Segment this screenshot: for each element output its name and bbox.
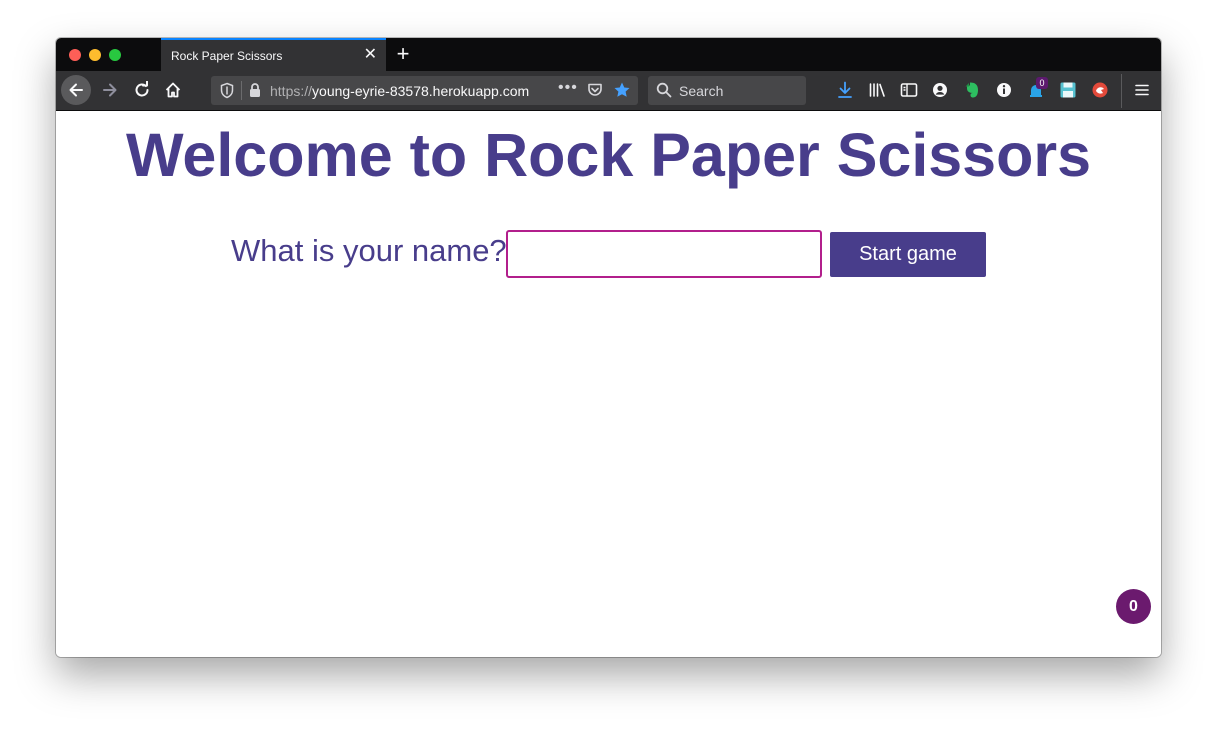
window-close-button[interactable] (69, 49, 81, 61)
start-game-button[interactable]: Start game (830, 232, 986, 277)
new-tab-button[interactable]: + (394, 41, 412, 67)
address-bar[interactable]: https://young-eyrie-83578.herokuapp.com … (211, 76, 638, 105)
back-button[interactable] (61, 75, 91, 105)
download-icon[interactable] (835, 80, 855, 100)
url-text[interactable]: https://young-eyrie-83578.herokuapp.com (270, 83, 529, 99)
tab-close-icon[interactable]: ✕ (364, 46, 377, 64)
hamburger-menu-icon[interactable] (1132, 80, 1152, 100)
reload-button[interactable] (128, 76, 156, 104)
arrow-left-icon (69, 83, 83, 97)
url-host: young-eyrie-83578.herokuapp.com (312, 83, 530, 99)
home-icon (165, 82, 181, 98)
navigation-toolbar: https://young-eyrie-83578.herokuapp.com … (56, 71, 1161, 111)
arrow-right-icon (103, 83, 117, 97)
tab-title: Rock Paper Scissors (171, 49, 283, 63)
tab-strip: Rock Paper Scissors ✕ + (56, 38, 1161, 71)
info-icon[interactable] (994, 80, 1014, 100)
extension-badge: 0 (1036, 77, 1048, 89)
search-icon (656, 82, 672, 103)
home-button[interactable] (159, 76, 187, 104)
library-icon[interactable] (867, 80, 887, 100)
window-maximize-button[interactable] (109, 49, 121, 61)
name-label: What is your name? (231, 233, 507, 268)
pixel-bird-extension-icon[interactable] (1090, 80, 1110, 100)
tracking-shield-icon[interactable] (219, 82, 235, 104)
browser-window: Rock Paper Scissors ✕ + https://young-ey… (56, 38, 1161, 657)
urlbar-divider (241, 81, 242, 100)
url-scheme: https:// (270, 83, 313, 99)
account-icon[interactable] (930, 80, 950, 100)
pocket-icon[interactable] (587, 82, 603, 103)
evernote-icon[interactable] (962, 80, 982, 100)
bookmark-star-icon[interactable] (613, 81, 631, 104)
sidebar-icon[interactable] (899, 80, 919, 100)
reload-icon (135, 81, 149, 97)
save-icon[interactable] (1058, 80, 1078, 100)
search-bar[interactable]: Search (648, 76, 806, 105)
lock-icon[interactable] (248, 82, 262, 103)
page-title: Welcome to Rock Paper Scissors (125, 121, 1092, 189)
forward-button[interactable] (96, 76, 124, 104)
window-minimize-button[interactable] (89, 49, 101, 61)
page-content: Welcome to Rock Paper Scissors What is y… (56, 111, 1161, 657)
counter-badge[interactable]: 0 (1116, 589, 1151, 624)
tab-rock-paper-scissors[interactable]: Rock Paper Scissors ✕ (161, 38, 386, 71)
page-actions-more-icon[interactable]: ••• (558, 79, 578, 97)
toolbar-divider (1121, 74, 1122, 108)
name-input[interactable] (506, 230, 822, 278)
search-placeholder: Search (679, 83, 724, 99)
